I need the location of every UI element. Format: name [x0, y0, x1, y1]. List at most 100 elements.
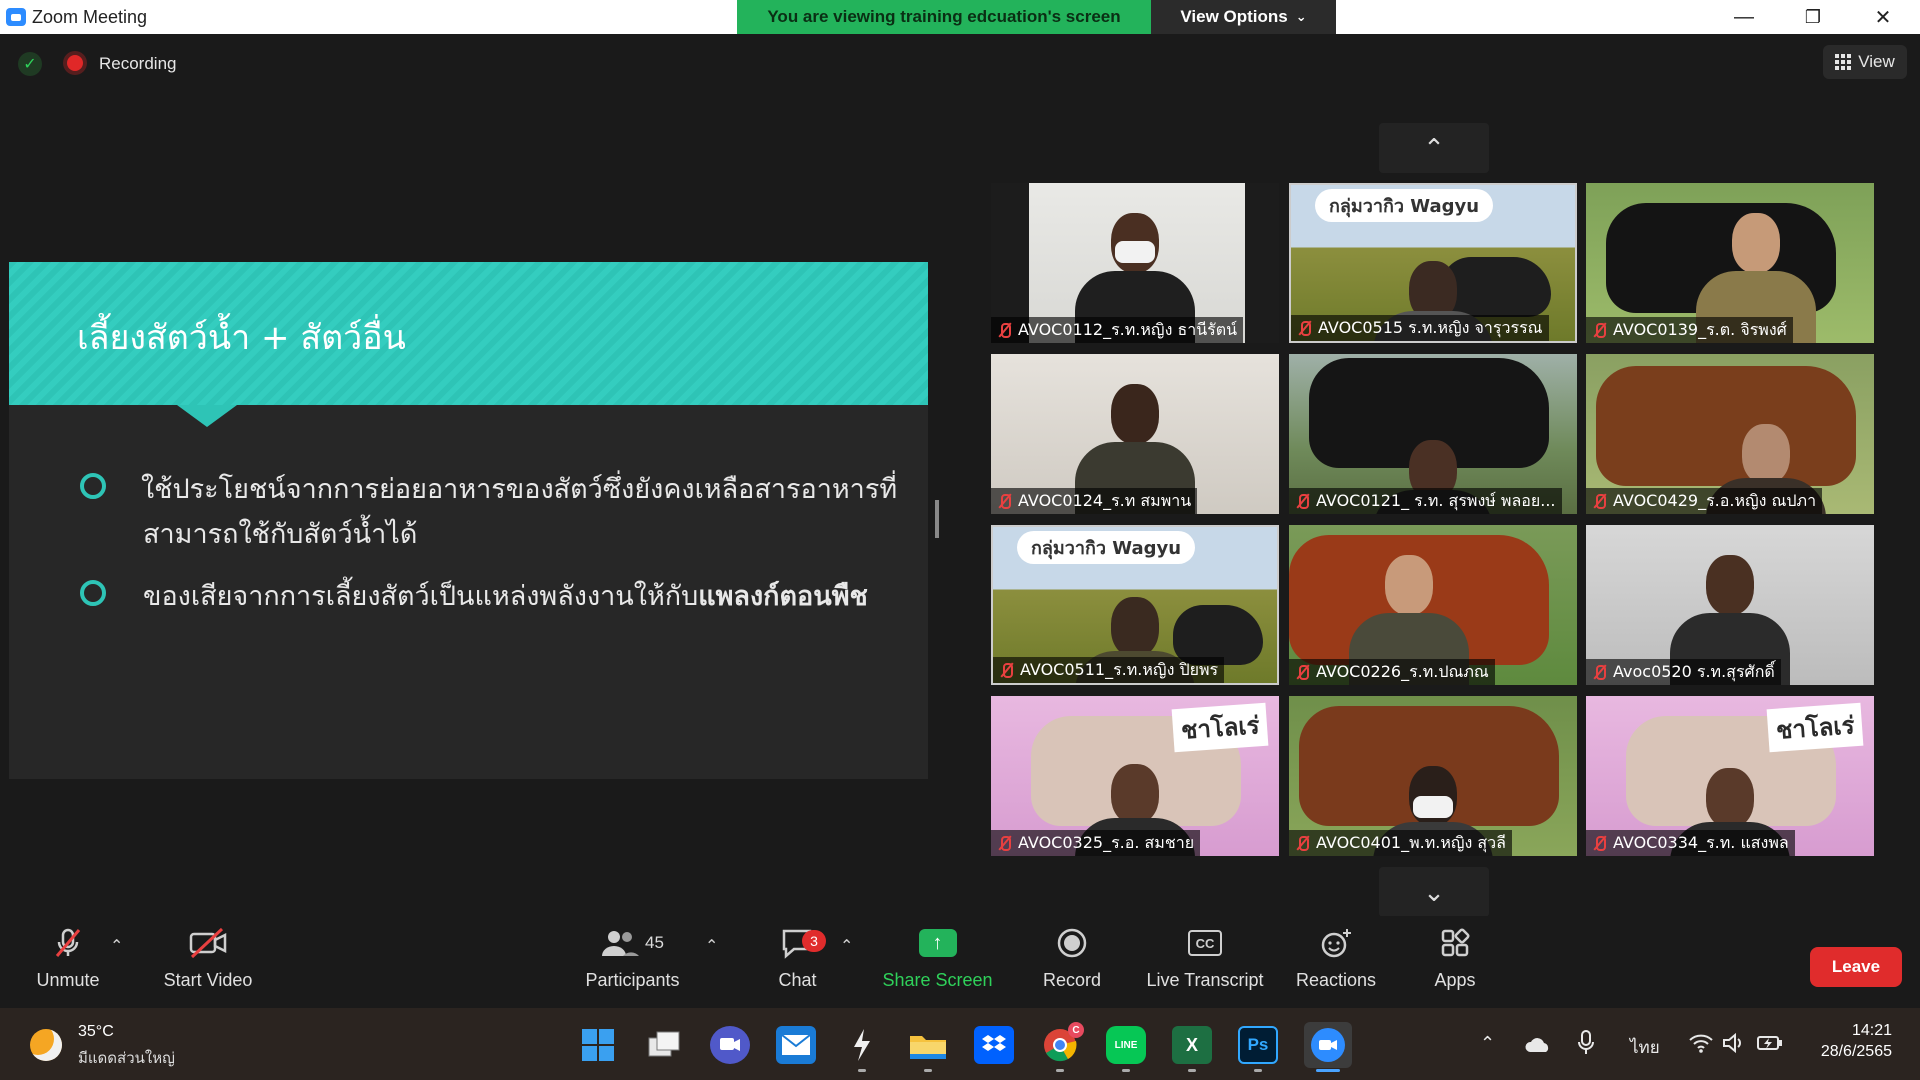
closed-caption-icon: CC [1188, 930, 1222, 956]
microphone-tray-icon[interactable] [1577, 1030, 1595, 1061]
video-tile[interactable]: AVOC0429_ร.อ.หญิง ณปภา [1586, 354, 1874, 514]
video-camera-off-icon [188, 916, 228, 970]
chat-button[interactable]: Chat [765, 916, 830, 1008]
file-explorer-icon[interactable] [908, 1026, 948, 1064]
close-icon: ✕ [1874, 6, 1892, 29]
reactions-button[interactable]: Reactions [1288, 916, 1384, 1008]
weather-temperature[interactable]: 35°C [78, 1023, 114, 1041]
recording-icon [67, 55, 83, 71]
chrome-profile-badge: C [1068, 1022, 1084, 1038]
video-tile[interactable]: AVOC0112_ร.ท.หญิง ธานีรัตน์ [991, 183, 1279, 343]
mic-muted-icon [1590, 663, 1608, 681]
participants-label: Participants [585, 970, 680, 990]
leave-button[interactable]: Leave [1810, 947, 1902, 987]
participant-name: AVOC0325_ร.อ. สมชาย [1018, 832, 1195, 852]
close-button[interactable]: ✕ [1848, 0, 1918, 34]
bullet-circle-icon [80, 473, 106, 499]
input-language[interactable]: ไทย [1630, 1034, 1660, 1061]
start-video-label: Start Video [163, 970, 253, 990]
video-tile[interactable]: กลุ่มวากิว Wagyu AVOC0515 ร.ท.หญิง จารุว… [1289, 183, 1577, 343]
photoshop-icon[interactable]: Ps [1238, 1026, 1278, 1064]
chrome-icon[interactable]: C [1040, 1022, 1084, 1064]
video-tile[interactable]: AVOC0124_ร.ท สมพาน [991, 354, 1279, 514]
excel-icon[interactable]: X [1172, 1026, 1212, 1064]
chat-caret-icon[interactable]: ⌃ [840, 936, 853, 956]
video-tile[interactable]: AVOC0139_ร.ต. จิรพงศ์ [1586, 183, 1874, 343]
line-app-icon[interactable]: LINE [1106, 1026, 1146, 1064]
view-button[interactable]: View [1823, 45, 1907, 79]
teams-chat-icon[interactable] [710, 1026, 750, 1064]
slide-title: เลี้ยงสัตว์น้ำ + สัตว์อื่น [77, 318, 406, 358]
chevron-down-icon: ⌄ [1423, 876, 1445, 907]
participants-button[interactable]: 45 Participants [580, 916, 685, 1008]
participant-nameplate: AVOC0325_ร.อ. สมชาย [991, 830, 1201, 856]
weather-description[interactable]: มีแดดส่วนใหญ่ [78, 1046, 175, 1070]
participant-name: AVOC0429_ร.อ.หญิง ณปภา [1613, 490, 1817, 510]
bullet-circle-icon [80, 580, 106, 606]
record-button[interactable]: Record [1036, 916, 1108, 1008]
weather-sun-icon[interactable] [30, 1029, 62, 1061]
video-tile[interactable]: กลุ่มวากิว Wagyu AVOC0511_ร.ท.หญิง ปิยพร [991, 525, 1279, 685]
running-indicator [1188, 1069, 1196, 1072]
unmute-label: Unmute [36, 970, 100, 990]
mic-muted-icon [1293, 834, 1311, 852]
gallery-prev-button[interactable]: ⌃ [1379, 123, 1489, 173]
recording-label: Recording [99, 54, 177, 73]
video-tile[interactable]: AVOC0226_ร.ท.ปณภณ [1289, 525, 1577, 685]
maximize-button[interactable]: ❐ [1778, 0, 1848, 34]
share-screen-icon: ↑ [918, 929, 957, 957]
view-options-label: View Options [1180, 7, 1288, 26]
live-transcript-button[interactable]: CC Live Transcript [1140, 916, 1270, 1008]
app-lightning-icon[interactable] [842, 1026, 882, 1064]
dropbox-icon[interactable] [974, 1026, 1014, 1064]
running-indicator [924, 1069, 932, 1072]
participant-nameplate: AVOC0124_ร.ท สมพาน [991, 488, 1198, 514]
chevron-up-icon: ⌃ [1423, 132, 1445, 163]
shield-icon[interactable]: ✓ [18, 52, 42, 76]
zoom-taskbar-icon[interactable] [1304, 1022, 1352, 1068]
participant-name: AVOC0226_ร.ท.ปณภณ [1316, 661, 1489, 681]
participant-name: Avoc0520 ร.ท.สุรศักดิ์ [1613, 661, 1775, 681]
video-tile[interactable]: AVOC0121_ ร.ท. สุรพงษ์ พลอย... [1289, 354, 1577, 514]
video-tile[interactable]: ชาโลเร่ AVOC0325_ร.อ. สมชาย [991, 696, 1279, 856]
participant-nameplate: AVOC0515 ร.ท.หญิง จารุวรรณ [1291, 315, 1549, 341]
onedrive-cloud-icon[interactable] [1524, 1036, 1552, 1059]
reactions-label: Reactions [1295, 970, 1377, 990]
battery-charging-icon[interactable] [1756, 1032, 1784, 1059]
mic-muted-icon [1590, 834, 1608, 852]
view-label: View [1858, 52, 1895, 71]
video-tile[interactable]: Avoc0520 ร.ท.สุรศักดิ์ [1586, 525, 1874, 685]
apps-button[interactable]: Apps [1425, 916, 1485, 1008]
video-tile[interactable]: AVOC0401_พ.ท.หญิง สุวลี [1289, 696, 1577, 856]
gallery-next-button[interactable]: ⌄ [1379, 867, 1489, 917]
mic-muted-icon [1295, 319, 1313, 337]
split-handle[interactable] [935, 500, 939, 538]
grid-view-icon [1835, 54, 1852, 70]
mail-icon[interactable] [776, 1026, 816, 1064]
participant-name: AVOC0139_ร.ต. จิรพงศ์ [1613, 319, 1787, 339]
participant-nameplate: AVOC0121_ ร.ท. สุรพงษ์ พลอย... [1289, 488, 1562, 514]
bullet-2-text: ของเสียจากการเลี้ยงสัตว์เป็นแหล่งพลังงาน… [143, 581, 699, 612]
microphone-muted-icon [51, 916, 85, 970]
bullet-1-line-2: สามารถใช้กับสัตว์น้ำได้ [143, 519, 418, 550]
participant-name: AVOC0511_ร.ท.หญิง ปิยพร [1020, 659, 1219, 679]
task-view-icon[interactable] [644, 1026, 684, 1064]
participants-caret-icon[interactable]: ⌃ [705, 936, 718, 956]
start-video-button[interactable]: Start Video [158, 916, 258, 1008]
participants-icon: 45 [601, 916, 664, 970]
windows-start-icon[interactable] [578, 1026, 618, 1064]
video-tile[interactable]: ชาโลเร่ AVOC0334_ร.ท. แสงพล [1586, 696, 1874, 856]
volume-icon[interactable] [1722, 1032, 1746, 1059]
mic-muted-icon [1590, 321, 1608, 339]
share-banner: You are viewing training edcuation's scr… [737, 0, 1151, 34]
tray-overflow-chevron-icon[interactable]: ⌃ [1480, 1033, 1495, 1054]
minimize-button[interactable]: — [1709, 0, 1779, 34]
taskbar-clock[interactable]: 14:21 28/6/2565 [1800, 1022, 1892, 1061]
view-options-button[interactable]: View Options ⌄ [1151, 0, 1336, 34]
participant-nameplate: AVOC0511_ร.ท.หญิง ปิยพร [993, 657, 1225, 683]
wifi-icon[interactable] [1688, 1032, 1714, 1059]
unmute-button[interactable]: Unmute [28, 916, 108, 1008]
share-screen-button[interactable]: ↑ Share Screen [880, 916, 995, 1008]
audio-options-caret-icon[interactable]: ⌃ [110, 936, 123, 956]
running-indicator [1254, 1069, 1262, 1072]
